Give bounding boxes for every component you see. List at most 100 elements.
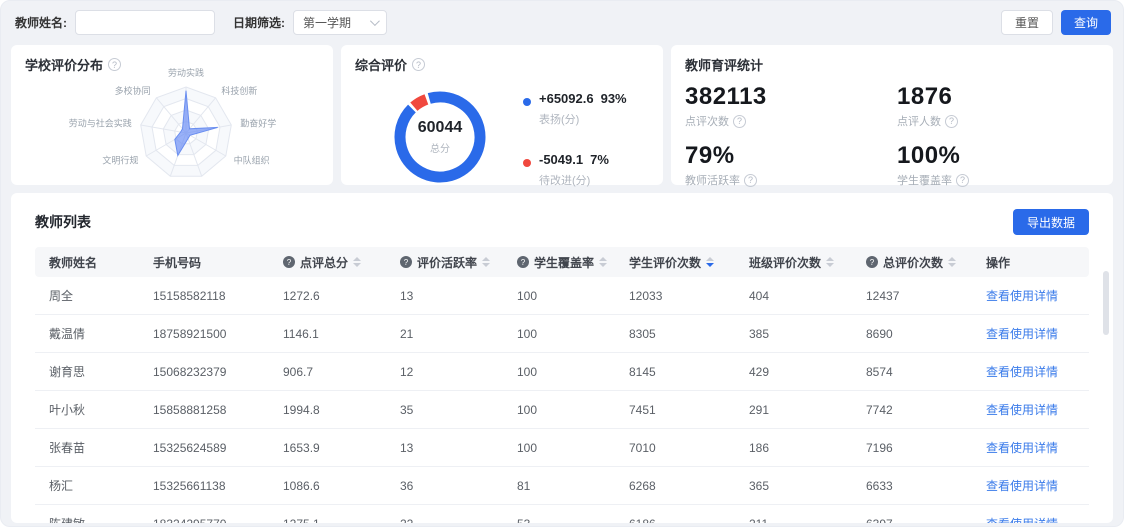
table-row: 周全 15158582118 1272.6 13 100 12033 404 1…: [35, 277, 1089, 315]
column-label: 操作: [986, 254, 1010, 271]
cell-total-reviews: 12437: [866, 289, 986, 303]
sort-icon[interactable]: [482, 257, 490, 267]
cell-score: 1653.9: [283, 441, 400, 455]
sort-icon[interactable]: [353, 257, 361, 267]
stat-value: 1876: [897, 83, 1099, 111]
legend-label: 待改进(分): [539, 172, 609, 188]
column-label: 学生覆盖率: [534, 254, 594, 271]
sort-icon[interactable]: [826, 257, 834, 267]
view-details-link[interactable]: 查看使用详情: [986, 325, 1058, 342]
column-header[interactable]: ? 总评价次数: [866, 254, 986, 271]
table-row: 张春苗 15325624589 1653.9 13 100 7010 186 7…: [35, 429, 1089, 467]
chevron-down-icon: [370, 16, 380, 26]
stat-label: 教师活跃率?: [685, 172, 897, 188]
column-label: 总评价次数: [883, 254, 943, 271]
cell-score: 906.7: [283, 365, 400, 379]
cell-score: 1994.8: [283, 403, 400, 417]
cell-active-rate: 13: [400, 289, 517, 303]
cell-class-reviews: 385: [749, 327, 866, 341]
view-details-link[interactable]: 查看使用详情: [986, 363, 1058, 380]
column-label: 教师姓名: [49, 254, 97, 271]
table-row: 陈建敏 18324295770 1275.1 22 53 6186 211 63…: [35, 505, 1089, 523]
table-header-bar: 教师列表 导出数据: [35, 209, 1089, 235]
cell-class-reviews: 291: [749, 403, 866, 417]
cell-teacher-name: 杨汇: [35, 477, 153, 494]
sort-icon[interactable]: [948, 257, 956, 267]
info-icon[interactable]: ?: [517, 256, 529, 268]
donut-center: 60044 总分: [385, 82, 495, 192]
info-icon[interactable]: ?: [283, 256, 295, 268]
sort-icon[interactable]: [706, 257, 714, 267]
view-details-link[interactable]: 查看使用详情: [986, 515, 1058, 523]
view-details-link[interactable]: 查看使用详情: [986, 287, 1058, 304]
table-row: 谢育思 15068232379 906.7 12 100 8145 429 85…: [35, 353, 1089, 391]
info-icon[interactable]: ?: [866, 256, 878, 268]
stat-value: 382113: [685, 83, 897, 111]
column-label: 点评总分: [300, 254, 348, 271]
sort-icon[interactable]: [599, 257, 607, 267]
column-header: 教师姓名: [35, 254, 153, 271]
help-icon[interactable]: ?: [744, 174, 757, 187]
view-details-link[interactable]: 查看使用详情: [986, 401, 1058, 418]
cell-teacher-name: 谢育思: [35, 363, 153, 380]
view-details-link[interactable]: 查看使用详情: [986, 439, 1058, 456]
column-header[interactable]: ? 评价活跃率: [400, 254, 517, 271]
column-header: 手机号码: [153, 254, 283, 271]
table-title: 教师列表: [35, 212, 91, 232]
cell-teacher-name: 周全: [35, 287, 153, 304]
info-icon[interactable]: ?: [400, 256, 412, 268]
stat-review-people: 1876 点评人数?: [897, 83, 1099, 129]
help-icon[interactable]: ?: [733, 115, 746, 128]
cell-coverage-rate: 100: [517, 365, 629, 379]
search-button[interactable]: 查询: [1061, 10, 1111, 35]
view-details-link[interactable]: 查看使用详情: [986, 477, 1058, 494]
cell-phone: 15325624589: [153, 441, 283, 455]
stat-review-count: 382113 点评次数?: [685, 83, 897, 129]
column-header[interactable]: ? 学生覆盖率: [517, 254, 629, 271]
cell-class-reviews: 365: [749, 479, 866, 493]
cell-total-reviews: 8574: [866, 365, 986, 379]
cell-student-reviews: 8145: [629, 365, 749, 379]
column-header[interactable]: 班级评价次数: [749, 254, 866, 271]
stat-label: 学生覆盖率?: [897, 172, 1099, 188]
cell-phone: 15158582118: [153, 289, 283, 303]
svg-text:多校协同: 多校协同: [115, 85, 151, 96]
composite-body: 60044 总分 +65092.693% 表扬(分): [355, 76, 649, 192]
school-evaluation-card: 学校评价分布 ? 劳动实践科技创新勤奋好学中队组织艺术美感体育锻炼文明行规劳动与…: [11, 45, 333, 185]
table-row: 叶小秋 15858881258 1994.8 35 100 7451 291 7…: [35, 391, 1089, 429]
cell-total-reviews: 7742: [866, 403, 986, 417]
cell-phone: 18758921500: [153, 327, 283, 341]
cell-coverage-rate: 53: [517, 517, 629, 524]
help-icon[interactable]: ?: [412, 58, 425, 71]
column-header[interactable]: 学生评价次数: [629, 254, 749, 271]
scrollbar[interactable]: [1103, 271, 1109, 335]
donut-legend: +65092.693% 表扬(分) -5049.17% 待改进(分): [523, 90, 627, 192]
date-filter-select[interactable]: 第一学期: [293, 10, 387, 35]
cell-student-reviews: 12033: [629, 289, 749, 303]
cell-class-reviews: 211: [749, 517, 866, 524]
help-icon[interactable]: ?: [945, 115, 958, 128]
cell-student-reviews: 7010: [629, 441, 749, 455]
cell-class-reviews: 404: [749, 289, 866, 303]
improve-dot-icon: [523, 159, 531, 167]
cell-phone: 15325661138: [153, 479, 283, 493]
svg-text:劳动与社会实践: 劳动与社会实践: [69, 117, 132, 128]
column-header[interactable]: ? 点评总分: [283, 254, 400, 271]
teacher-name-input[interactable]: [75, 10, 215, 35]
cell-coverage-rate: 100: [517, 441, 629, 455]
column-label: 班级评价次数: [749, 254, 821, 271]
stats-grid: 382113 点评次数? 1876 点评人数? 79% 教师活跃率?: [685, 83, 1099, 188]
column-label: 评价活跃率: [417, 254, 477, 271]
table-body: 周全 15158582118 1272.6 13 100 12033 404 1…: [35, 277, 1089, 523]
teacher-name-label: 教师姓名:: [15, 14, 67, 31]
svg-text:劳动实践: 劳动实践: [168, 67, 204, 78]
export-data-button[interactable]: 导出数据: [1013, 209, 1089, 235]
cell-student-reviews: 6186: [629, 517, 749, 524]
summary-cards: 学校评价分布 ? 劳动实践科技创新勤奋好学中队组织艺术美感体育锻炼文明行规劳动与…: [11, 45, 1113, 185]
reset-button[interactable]: 重置: [1001, 10, 1053, 35]
card-title: 教师育评统计: [685, 55, 1099, 74]
total-score-label: 总分: [430, 140, 450, 155]
help-icon[interactable]: ?: [956, 174, 969, 187]
cell-total-reviews: 7196: [866, 441, 986, 455]
cell-active-rate: 21: [400, 327, 517, 341]
